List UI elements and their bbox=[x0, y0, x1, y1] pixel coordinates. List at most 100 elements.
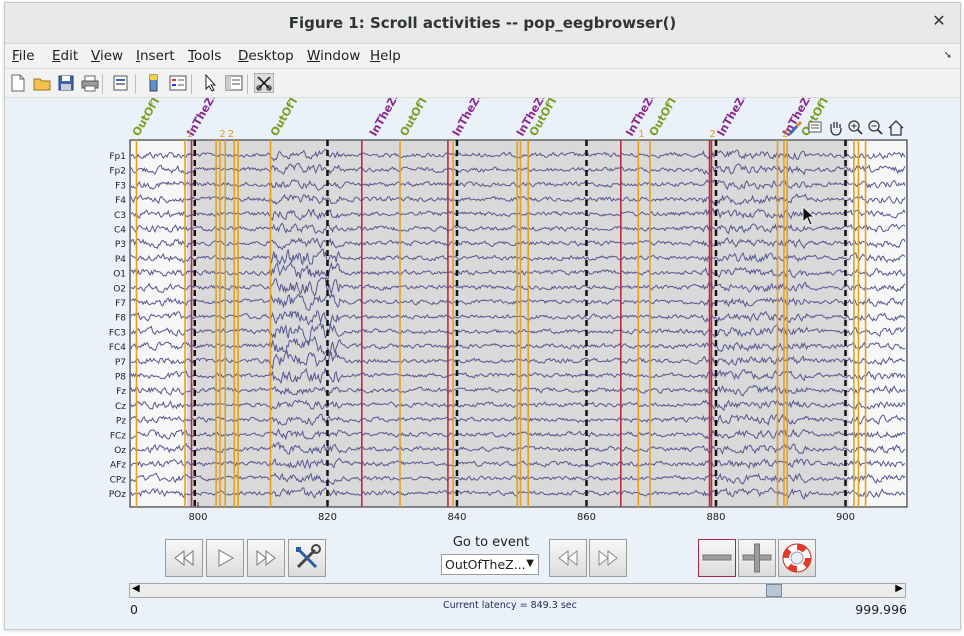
channel-label: FC4 bbox=[109, 343, 126, 353]
zoom-out-icon[interactable] bbox=[868, 120, 883, 135]
settings-wrench-icon bbox=[296, 544, 321, 569]
event-count-mark: 1 bbox=[186, 129, 192, 140]
channel-label: FCz bbox=[110, 431, 126, 441]
event-label: InTheZo bbox=[450, 98, 487, 139]
property-editor-icon[interactable] bbox=[224, 73, 244, 93]
channel-label: Fp2 bbox=[109, 167, 126, 177]
select-arrow-icon[interactable] bbox=[200, 73, 220, 93]
slider-min-label: 0 bbox=[130, 602, 138, 617]
zoom-in-icon[interactable] bbox=[848, 120, 863, 135]
print-icon[interactable] bbox=[80, 73, 100, 93]
menu-mnemonic: V bbox=[91, 48, 100, 64]
goto-event-label: Go to event bbox=[452, 535, 530, 550]
previous-event-icon bbox=[558, 549, 578, 567]
dock-arrow-icon[interactable]: ➘ bbox=[944, 50, 952, 61]
decrease-scale-icon bbox=[702, 554, 732, 561]
event-count-mark: 2 bbox=[219, 129, 225, 140]
chevron-down-icon: ▼ bbox=[526, 558, 534, 569]
menu-desktop[interactable]: Desktop bbox=[238, 48, 294, 64]
menu-file[interactable]: File bbox=[12, 48, 35, 64]
menu-view[interactable]: View bbox=[91, 48, 123, 64]
channel-label: P4 bbox=[115, 255, 126, 265]
close-icon[interactable]: ✕ bbox=[930, 12, 948, 30]
title-bar[interactable]: Figure 1: Scroll activities -- pop_eegbr… bbox=[5, 3, 960, 44]
scroll-left-arrow-icon[interactable]: ◀ bbox=[132, 583, 140, 594]
channel-label: F8 bbox=[115, 314, 126, 324]
increase-scale-button[interactable] bbox=[738, 539, 776, 577]
event-count-mark: 2 bbox=[228, 129, 234, 140]
help-button[interactable] bbox=[778, 539, 816, 577]
datatip-icon[interactable] bbox=[808, 121, 822, 133]
fast-rewind-button[interactable] bbox=[165, 539, 203, 577]
channel-label: Oz bbox=[114, 446, 126, 456]
fast-forward-button[interactable] bbox=[247, 539, 285, 577]
event-label: InTheZo bbox=[715, 98, 752, 139]
legend-icon[interactable] bbox=[168, 73, 188, 93]
channel-label: F3 bbox=[115, 181, 126, 191]
menu-bar: ➘ File Edit View Insert Tools Desktop Window He… bbox=[5, 44, 960, 69]
channel-label: O2 bbox=[113, 284, 126, 294]
open-file-icon[interactable] bbox=[32, 73, 52, 93]
menu-insert[interactable]: Insert bbox=[136, 48, 175, 64]
menu-label-rest: indow bbox=[320, 48, 361, 64]
settings-button[interactable] bbox=[288, 539, 326, 577]
help-lifebuoy-icon bbox=[782, 543, 812, 573]
menu-label-rest: ools bbox=[193, 48, 222, 64]
pan-hand-icon[interactable] bbox=[830, 122, 842, 136]
save-icon[interactable] bbox=[56, 73, 76, 93]
figure-area: Fp1 Fp2 F3 F4 C3 C4 P3 P4 O1 O2 F7 F8 FC3 FC4 P7 P8 Fz Cz… bbox=[5, 98, 960, 629]
menu-label-rest: esktop bbox=[248, 48, 294, 64]
channel-label: C4 bbox=[114, 226, 126, 236]
x-tick-label: 820 bbox=[318, 512, 337, 523]
event-type-value: OutOfTheZ... bbox=[445, 557, 526, 572]
x-tick-label: 880 bbox=[706, 512, 725, 523]
plot-axes[interactable] bbox=[129, 139, 908, 508]
next-event-button[interactable] bbox=[589, 539, 627, 577]
channel-label: O1 bbox=[113, 270, 126, 280]
menu-label-rest: ile bbox=[18, 48, 35, 64]
fast-rewind-icon bbox=[174, 549, 194, 567]
new-figure-icon[interactable] bbox=[8, 73, 28, 93]
colorbar-icon[interactable] bbox=[144, 73, 164, 93]
menu-mnemonic: F bbox=[12, 48, 19, 64]
scrollbar-thumb[interactable] bbox=[766, 584, 783, 597]
event-label: OutOfTh bbox=[130, 98, 167, 139]
channel-label: C3 bbox=[114, 211, 126, 221]
menu-label-rest: dit bbox=[60, 48, 79, 64]
data-region-left bbox=[131, 141, 187, 506]
event-count-mark: 1 bbox=[638, 129, 644, 140]
previous-event-button[interactable] bbox=[549, 539, 587, 577]
time-scrollbar[interactable]: ◀ ▶ bbox=[129, 583, 906, 598]
print-preview-icon[interactable] bbox=[111, 73, 131, 93]
menu-label-rest: nsert bbox=[139, 48, 175, 64]
channel-label: FC3 bbox=[109, 328, 126, 338]
toolbar-separator bbox=[191, 74, 192, 94]
decrease-scale-button[interactable] bbox=[698, 539, 736, 577]
menu-mnemonic: W bbox=[307, 48, 321, 64]
menu-window[interactable]: Window bbox=[307, 48, 360, 64]
channel-label: P3 bbox=[115, 240, 126, 250]
scroll-right-arrow-icon[interactable]: ▶ bbox=[895, 583, 903, 594]
menu-help[interactable]: Help bbox=[370, 48, 401, 64]
home-icon[interactable] bbox=[888, 120, 904, 136]
event-type-select[interactable]: OutOfTheZ... ▼ bbox=[441, 554, 539, 575]
channel-label: F7 bbox=[115, 299, 126, 309]
channel-label: Fp1 bbox=[109, 152, 126, 162]
event-label: OutOfTh bbox=[268, 98, 305, 139]
menu-label-rest: iew bbox=[99, 48, 124, 64]
toolbar-separator bbox=[247, 74, 248, 94]
menu-tools[interactable]: Tools bbox=[188, 48, 221, 64]
channel-label: Pz bbox=[116, 417, 126, 427]
channel-label: CPz bbox=[110, 475, 127, 485]
play-icon bbox=[218, 549, 235, 567]
menu-edit[interactable]: Edit bbox=[52, 48, 78, 64]
scissors-icon[interactable] bbox=[254, 73, 274, 93]
x-tick-label: 840 bbox=[447, 512, 466, 523]
figure-window: Figure 1: Scroll activities -- pop_eegbr… bbox=[4, 2, 961, 630]
menu-label-rest: elp bbox=[380, 48, 401, 64]
play-button[interactable] bbox=[206, 539, 244, 577]
data-region-right bbox=[848, 141, 906, 506]
current-latency-text: Current latency = 849.3 sec bbox=[443, 600, 577, 611]
menu-mnemonic: H bbox=[370, 48, 381, 64]
increase-scale-icon bbox=[742, 543, 772, 573]
